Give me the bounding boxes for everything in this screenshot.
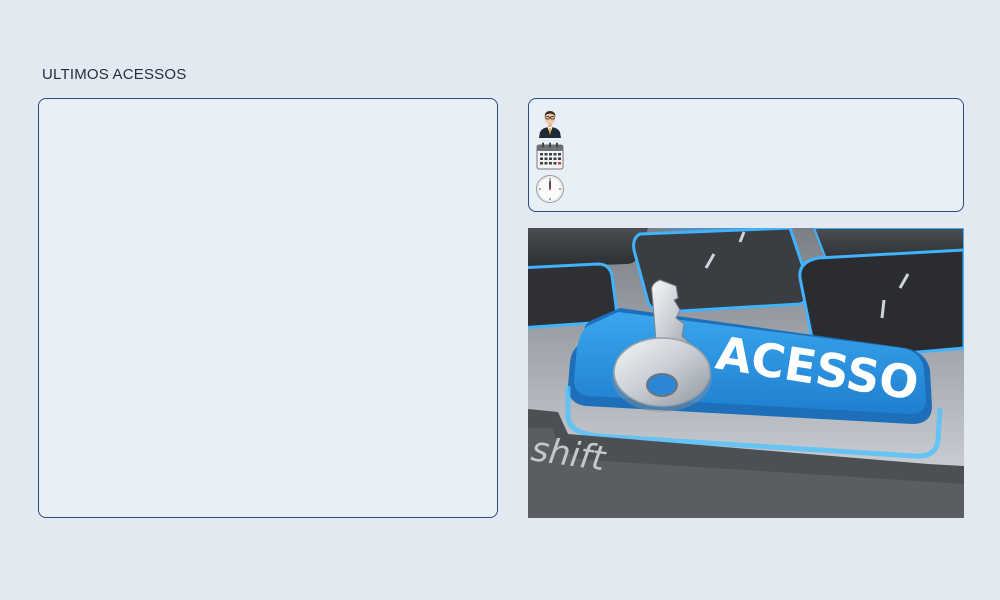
user-info-row [535, 107, 955, 139]
section-title: ULTIMOS ACESSOS [42, 66, 187, 83]
time-info-row [535, 173, 955, 205]
recent-access-list [38, 98, 498, 518]
access-banner-image: ACESSO shift [528, 228, 964, 518]
clock-icon [536, 175, 564, 203]
date-info-row [535, 140, 955, 172]
session-info-panel [528, 98, 964, 212]
calendar-icon [536, 142, 564, 170]
user-avatar-icon [539, 111, 561, 138]
